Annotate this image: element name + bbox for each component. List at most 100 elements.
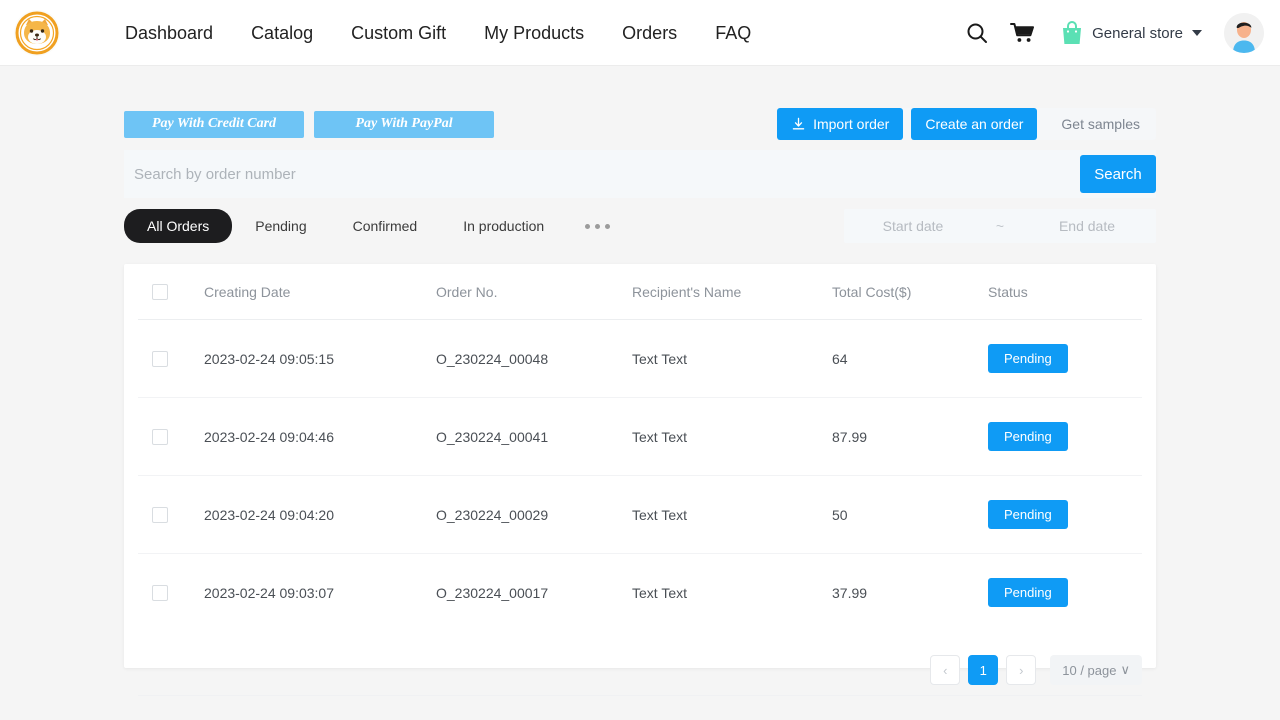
- cell-recipient-name: Text Text: [632, 397, 832, 476]
- page-size-selector[interactable]: 10 / page ∨: [1050, 655, 1142, 685]
- row-select-cell: [138, 319, 204, 398]
- main-navigation: Dashboard Catalog Custom Gift My Product…: [106, 0, 770, 66]
- cell-recipient-name: Text Text: [632, 475, 832, 554]
- column-total-cost: Total Cost($): [832, 264, 988, 320]
- search-input[interactable]: [124, 151, 1080, 197]
- date-range-separator: ~: [995, 218, 1005, 234]
- nav-item-dashboard[interactable]: Dashboard: [106, 0, 232, 66]
- orders-page-content: Pay With Credit Card Pay With PayPal Imp…: [124, 66, 1156, 696]
- status-tabs: All Orders Pending Confirmed In producti…: [124, 209, 628, 243]
- cell-total-cost: 87.99: [832, 397, 988, 476]
- cart-button[interactable]: [1000, 10, 1046, 56]
- cell-recipient-name: Text Text: [632, 584, 687, 601]
- search-bar: Search: [124, 150, 1156, 198]
- search-submit-button[interactable]: Search: [1080, 155, 1156, 193]
- store-name-label: General store: [1092, 24, 1183, 42]
- get-samples-button[interactable]: Get samples: [1045, 108, 1156, 140]
- pagination-page-1[interactable]: 1: [968, 655, 999, 685]
- cell-creating-date: 2023-02-24 09:04:46: [204, 397, 436, 476]
- tab-in-production[interactable]: In production: [440, 209, 567, 243]
- row-select-cell: [138, 554, 204, 632]
- card-bottom-divider: [138, 695, 1142, 696]
- nav-item-orders[interactable]: Orders: [603, 0, 696, 66]
- nav-item-faq[interactable]: FAQ: [696, 0, 770, 66]
- pagination-next-button[interactable]: ›: [1006, 655, 1037, 685]
- orders-toolbar: Pay With Credit Card Pay With PayPal Imp…: [124, 100, 1156, 148]
- search-button[interactable]: [954, 10, 1000, 56]
- nav-item-catalog[interactable]: Catalog: [232, 0, 332, 66]
- date-range-picker[interactable]: ~: [844, 209, 1156, 243]
- cell-order-no: O_230224_00017: [436, 584, 549, 601]
- pay-with-credit-card-button[interactable]: Pay With Credit Card: [124, 110, 304, 138]
- page-body: Pay With Credit Card Pay With PayPal Imp…: [0, 66, 1280, 720]
- column-creating-date: Creating Date: [204, 264, 436, 320]
- end-date-input[interactable]: [1032, 218, 1142, 234]
- row-checkbox[interactable]: [152, 350, 168, 367]
- row-select-cell: [138, 397, 204, 476]
- store-selector[interactable]: General store: [1060, 20, 1202, 46]
- import-order-button[interactable]: Import order: [777, 108, 904, 140]
- avatar[interactable]: [1224, 13, 1264, 53]
- filter-bar: All Orders Pending Confirmed In producti…: [124, 200, 1156, 252]
- column-order-no: Order No.: [436, 264, 632, 320]
- shopping-cart-icon: [1010, 23, 1035, 42]
- cell-total-cost: 50: [832, 475, 988, 554]
- row-select-cell: [138, 475, 204, 554]
- row-checkbox[interactable]: [152, 584, 168, 601]
- ellipsis-dot-icon: [595, 223, 601, 229]
- shiba-dog-logo-icon: [15, 11, 59, 55]
- column-recipient-name: Recipient's Name: [632, 264, 832, 320]
- tab-pending[interactable]: Pending: [232, 209, 329, 243]
- chevron-down-icon: ∨: [1120, 662, 1130, 677]
- more-tabs-button[interactable]: [567, 223, 628, 229]
- table-row[interactable]: 2023-02-24 09:04:46 O_230224_00041 Text …: [138, 397, 1142, 476]
- pagination-prev-button[interactable]: ‹: [930, 655, 961, 685]
- select-all-header: [138, 264, 204, 320]
- table-row[interactable]: 2023-02-24 09:04:20 O_230224_00029 Text …: [138, 475, 1142, 554]
- pay-with-paypal-button[interactable]: Pay With PayPal: [314, 110, 494, 138]
- cell-status: Pending: [988, 554, 1142, 632]
- shopping-bag-icon: [1063, 21, 1082, 44]
- cell-creating-date: 2023-02-24 09:05:15: [204, 319, 436, 398]
- cell-creating-date: 2023-02-24 09:03:07: [204, 584, 334, 601]
- status-badge[interactable]: Pending: [988, 344, 1068, 373]
- select-all-checkbox[interactable]: [152, 284, 168, 300]
- site-logo[interactable]: [14, 10, 60, 56]
- tab-all-orders[interactable]: All Orders: [124, 209, 233, 243]
- row-checkbox[interactable]: [152, 428, 168, 445]
- table-row[interactable]: 2023-02-24 09:03:07 O_230224_00017 Text …: [138, 554, 1142, 632]
- user-avatar-icon: [1224, 13, 1264, 53]
- row-checkbox[interactable]: [152, 506, 168, 523]
- cell-status: Pending: [988, 397, 1142, 476]
- search-icon: [967, 23, 988, 43]
- cell-total-cost: 37.99: [832, 584, 868, 601]
- nav-item-my-products[interactable]: My Products: [465, 0, 603, 66]
- cell-order-no: O_230224_00041: [436, 397, 632, 476]
- status-badge[interactable]: Pending: [988, 578, 1068, 607]
- chevron-down-icon: [1192, 30, 1202, 36]
- table-row[interactable]: 2023-02-24 09:05:15 O_230224_00048 Text …: [138, 319, 1142, 398]
- status-badge[interactable]: Pending: [988, 422, 1068, 451]
- orders-table-body: 2023-02-24 09:05:15 O_230224_00048 Text …: [138, 319, 1142, 632]
- status-badge[interactable]: Pending: [988, 500, 1068, 529]
- cell-recipient-name: Text Text: [632, 319, 832, 398]
- column-status: Status: [988, 264, 1142, 320]
- import-order-label: Import order: [813, 116, 890, 132]
- order-actions: Import order Create an order Get samples: [777, 108, 1156, 140]
- orders-table: Creating Date Order No. Recipient's Name…: [138, 264, 1142, 631]
- cell-total-cost: 64: [832, 319, 988, 398]
- cell-status: Pending: [988, 319, 1142, 398]
- cell-status: Pending: [988, 475, 1142, 554]
- tab-confirmed[interactable]: Confirmed: [330, 209, 441, 243]
- ellipsis-dot-icon: [585, 223, 591, 229]
- nav-item-custom-gift[interactable]: Custom Gift: [332, 0, 465, 66]
- ellipsis-dot-icon: [605, 223, 611, 229]
- download-icon: [792, 117, 805, 129]
- create-an-order-button[interactable]: Create an order: [911, 108, 1038, 140]
- orders-table-card: Creating Date Order No. Recipient's Name…: [124, 264, 1156, 696]
- orders-table-head: Creating Date Order No. Recipient's Name…: [138, 264, 1142, 320]
- pagination: ‹ 1 › 10 / page ∨: [138, 631, 1142, 695]
- start-date-input[interactable]: [858, 218, 968, 234]
- cell-creating-date: 2023-02-24 09:04:20: [204, 475, 436, 554]
- table-header-row: Creating Date Order No. Recipient's Name…: [138, 264, 1142, 320]
